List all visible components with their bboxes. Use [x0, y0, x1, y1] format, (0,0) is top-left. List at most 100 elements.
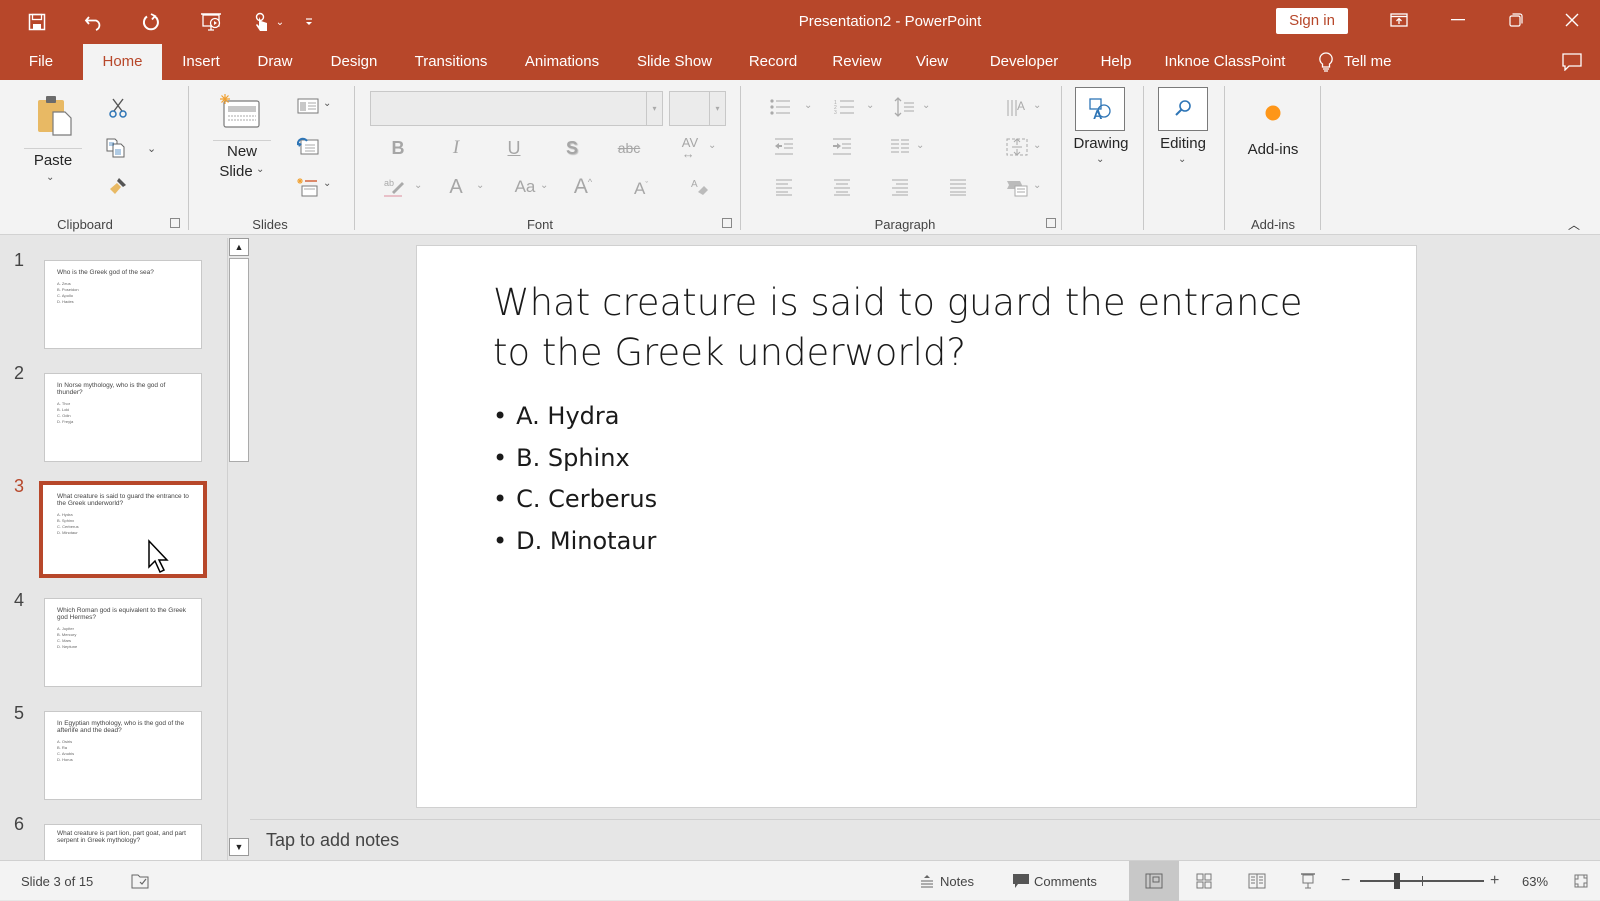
tab-inknoe-classpoint[interactable]: Inknoe ClassPoint — [1159, 44, 1291, 80]
comments-pane-button[interactable] — [1555, 44, 1589, 80]
cut-button[interactable] — [106, 96, 130, 120]
bullets-dropdown[interactable]: ⌄ — [804, 100, 812, 111]
font-dialog-launcher[interactable] — [722, 218, 732, 228]
tab-developer[interactable]: Developer — [975, 44, 1073, 80]
notes-pane[interactable]: Tap to add notes — [250, 819, 1600, 860]
columns-button[interactable] — [888, 136, 912, 158]
zoom-slider-handle[interactable] — [1393, 873, 1400, 889]
align-text-dropdown[interactable]: ⌄ — [1033, 140, 1041, 151]
accessibility-check-button[interactable] — [131, 861, 149, 901]
tab-help[interactable]: Help — [1091, 44, 1141, 80]
ribbon-display-options-button[interactable] — [1376, 0, 1422, 40]
restore-button[interactable] — [1493, 0, 1539, 40]
tab-design[interactable]: Design — [320, 44, 388, 80]
fit-to-window-button[interactable] — [1574, 861, 1588, 901]
slide-title[interactable]: What creature is said to guard the entra… — [493, 278, 1313, 378]
slide-thumbnail[interactable]: What creature is part lion, part goat, a… — [44, 824, 202, 860]
tab-home[interactable]: Home — [83, 44, 162, 80]
text-direction-button[interactable]: A — [1004, 94, 1030, 120]
addins-button-label[interactable]: Add-ins — [1238, 141, 1308, 158]
tab-animations[interactable]: Animations — [514, 44, 610, 80]
text-shadow-button[interactable]: S — [560, 136, 584, 160]
layout-button[interactable] — [296, 96, 320, 116]
highlight-button[interactable]: ab — [382, 174, 408, 200]
tab-transitions[interactable]: Transitions — [406, 44, 496, 80]
character-spacing-button[interactable]: AV ↔ — [676, 134, 704, 162]
zoom-out-button[interactable]: − — [1341, 861, 1350, 901]
clear-formatting-button[interactable]: A — [688, 174, 712, 200]
normal-view-button[interactable] — [1129, 861, 1179, 901]
tell-me-search[interactable]: Tell me — [1318, 44, 1418, 80]
change-case-dropdown[interactable]: ⌄ — [540, 180, 548, 191]
format-painter-button[interactable] — [106, 174, 130, 198]
paste-button[interactable] — [34, 95, 74, 137]
line-spacing-dropdown[interactable]: ⌄ — [922, 100, 930, 111]
scroll-down-button[interactable]: ▼ — [229, 838, 249, 856]
font-name-dropdown[interactable]: ▾ — [646, 92, 662, 125]
tab-insert[interactable]: Insert — [172, 44, 230, 80]
editing-button[interactable] — [1158, 87, 1208, 131]
font-color-dropdown[interactable]: ⌄ — [476, 180, 484, 191]
bullets-button[interactable] — [768, 97, 794, 117]
reading-view-button[interactable] — [1248, 861, 1266, 901]
font-name-combobox[interactable]: ▾ — [370, 91, 663, 126]
align-right-button[interactable] — [888, 176, 912, 198]
new-slide-button[interactable] — [220, 94, 262, 130]
addins-button[interactable] — [1260, 100, 1286, 126]
highlight-dropdown[interactable]: ⌄ — [414, 180, 422, 191]
underline-button[interactable]: U — [502, 136, 526, 160]
font-size-combobox[interactable]: ▾ — [669, 91, 726, 126]
tab-file[interactable]: File — [17, 44, 65, 80]
slide-thumbnail[interactable]: Which Roman god is equivalent to the Gre… — [44, 598, 202, 687]
decrease-font-size-button[interactable]: Aˇ — [628, 176, 654, 202]
tab-review[interactable]: Review — [825, 44, 889, 80]
copy-button[interactable] — [104, 136, 128, 160]
increase-indent-button[interactable] — [830, 136, 854, 158]
copy-dropdown-chevron[interactable]: ⌄ — [147, 142, 156, 155]
change-case-button[interactable]: Aa — [508, 174, 542, 200]
align-left-button[interactable] — [772, 176, 796, 198]
comments-toggle-button[interactable]: Comments — [1012, 861, 1097, 901]
align-text-button[interactable] — [1004, 134, 1030, 160]
slide-thumbnail-selected[interactable]: What creature is said to guard the entra… — [39, 481, 207, 578]
scroll-up-button[interactable]: ▲ — [229, 238, 249, 256]
slide-thumbnail[interactable]: In Egyptian mythology, who is the god of… — [44, 711, 202, 800]
zoom-in-button[interactable]: + — [1490, 861, 1499, 901]
justify-button[interactable] — [946, 176, 970, 198]
text-direction-dropdown[interactable]: ⌄ — [1033, 100, 1041, 111]
numbering-dropdown[interactable]: ⌄ — [866, 100, 874, 111]
thumbnail-scrollbar[interactable]: ▲ ▼ — [227, 238, 249, 860]
editing-dropdown[interactable]: ⌄ — [1178, 154, 1186, 165]
section-dropdown-chevron[interactable]: ⌄ — [323, 178, 331, 189]
tab-record[interactable]: Record — [739, 44, 807, 80]
zoom-level[interactable]: 63% — [1522, 861, 1548, 901]
new-slide-dropdown-chevron[interactable]: ⌄ — [256, 164, 264, 175]
close-button[interactable] — [1549, 0, 1595, 40]
scrollbar-thumb[interactable] — [229, 258, 249, 462]
align-center-button[interactable] — [830, 176, 854, 198]
slide-content-list[interactable]: A. Hydra B. Sphinx C. Cerberus D. Minota… — [493, 396, 657, 562]
tab-view[interactable]: View — [907, 44, 957, 80]
sign-in-button[interactable]: Sign in — [1276, 8, 1348, 34]
decrease-indent-button[interactable] — [772, 136, 796, 158]
present-from-start-button[interactable] — [197, 8, 225, 36]
bold-button[interactable]: B — [386, 136, 410, 160]
increase-font-size-button[interactable]: A^ — [570, 174, 596, 200]
slide-show-button[interactable] — [1300, 861, 1316, 901]
columns-dropdown[interactable]: ⌄ — [916, 140, 924, 151]
italic-button[interactable]: I — [444, 136, 468, 160]
line-spacing-button[interactable] — [892, 95, 918, 119]
save-button[interactable] — [23, 8, 51, 36]
slide-thumbnail[interactable]: Who is the Greek god of the sea? A. Zeus… — [44, 260, 202, 349]
redo-button[interactable] — [137, 8, 165, 36]
touch-mode-dropdown[interactable]: ⌄ — [272, 8, 288, 36]
drawing-button[interactable]: A — [1075, 87, 1125, 131]
numbering-button[interactable]: 123 — [832, 97, 858, 117]
smartart-button[interactable] — [1004, 174, 1030, 200]
slide-thumbnail[interactable]: In Norse mythology, who is the god of th… — [44, 373, 202, 462]
minimize-button[interactable] — [1435, 0, 1481, 40]
collapse-ribbon-button[interactable]: ︿ — [1564, 216, 1584, 232]
drawing-dropdown[interactable]: ⌄ — [1096, 154, 1104, 165]
reset-slide-button[interactable] — [296, 136, 320, 156]
paste-dropdown-chevron[interactable]: ⌄ — [46, 172, 54, 183]
